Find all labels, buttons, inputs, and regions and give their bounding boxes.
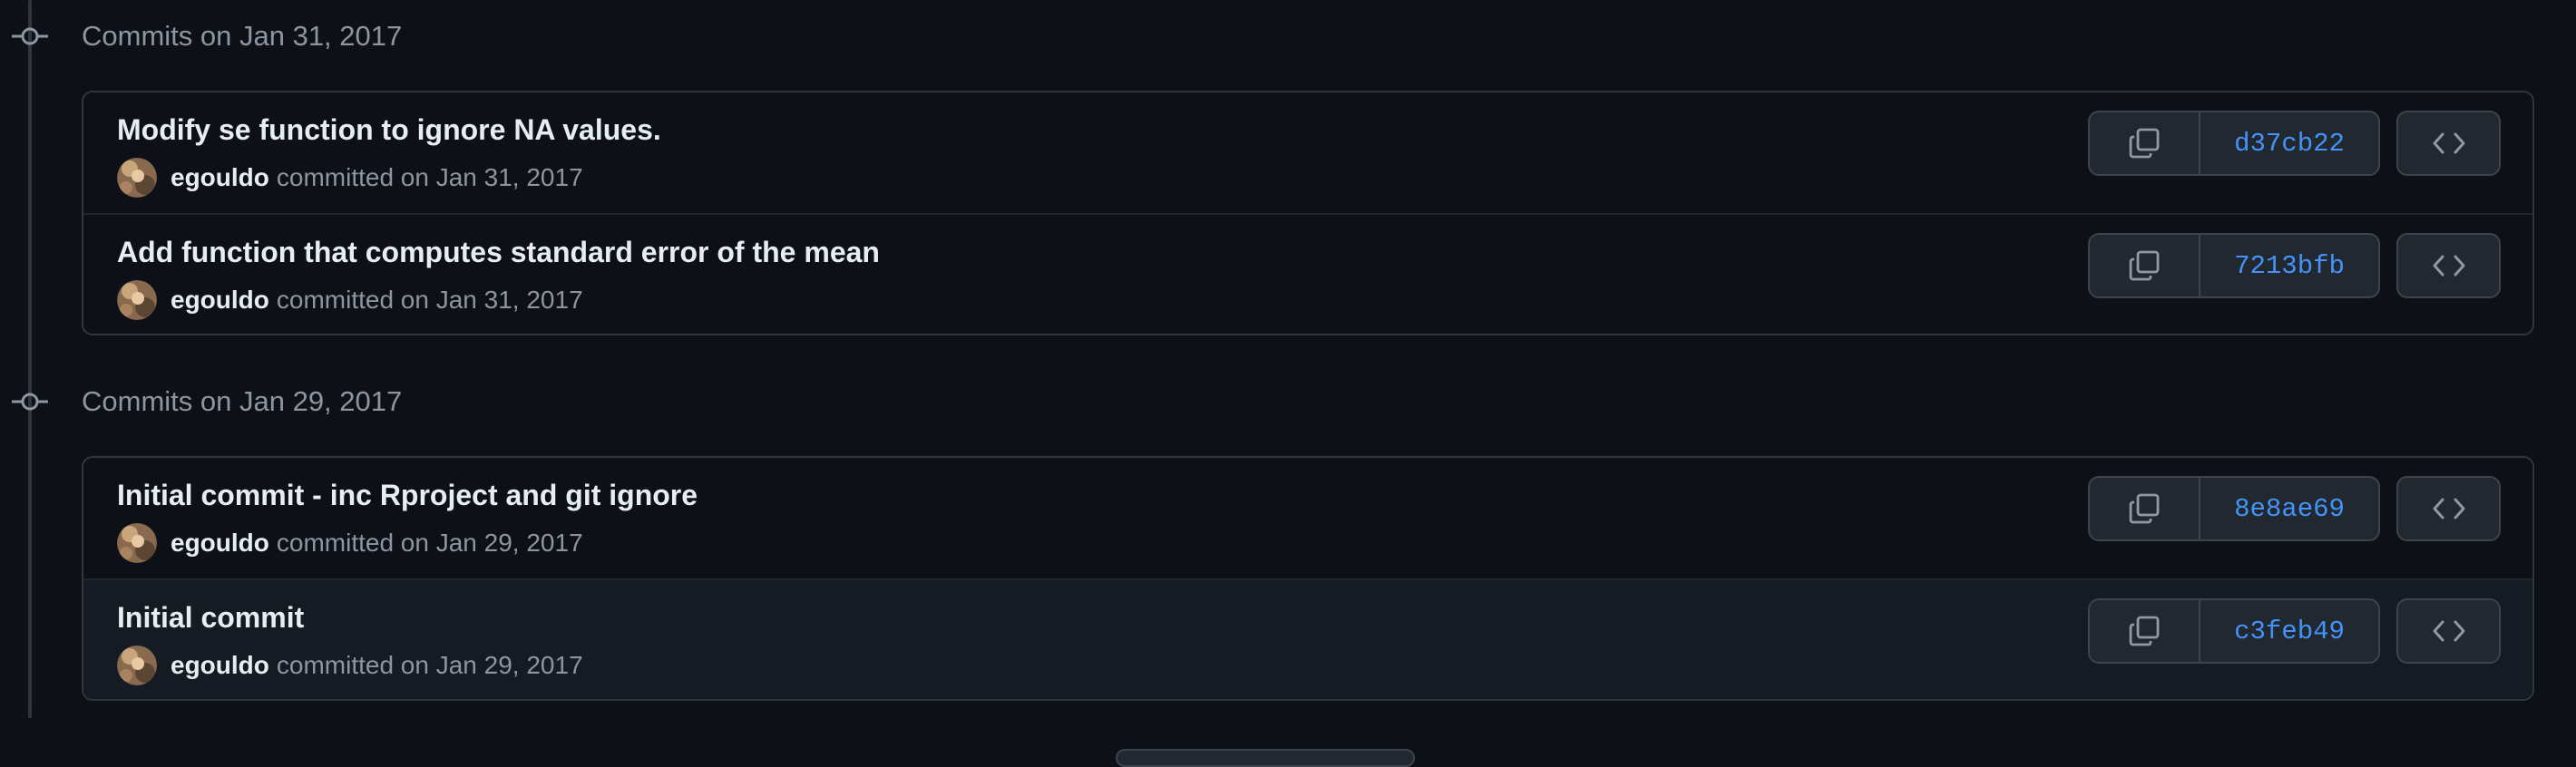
git-commit-icon: [12, 393, 48, 411]
avatar[interactable]: [117, 158, 157, 198]
commit-sha-link[interactable]: d37cb22: [2200, 112, 2378, 174]
commit-sha-link[interactable]: 8e8ae69: [2200, 478, 2378, 539]
commit-date: committed on Jan 31, 2017: [276, 163, 583, 191]
commit-date: committed on Jan 29, 2017: [276, 529, 583, 557]
commit-meta: egouldo committed on Jan 31, 2017: [117, 278, 583, 322]
pagination-button[interactable]: [1116, 749, 1415, 767]
copy-sha-button[interactable]: [2090, 600, 2200, 662]
commit-row: Initial commit - inc Rproject and git ig…: [83, 458, 2532, 578]
commit-author-link[interactable]: egouldo: [171, 529, 269, 558]
copy-icon: [2129, 616, 2160, 646]
copy-icon: [2129, 250, 2160, 281]
commit-group-header: Commits on Jan 31, 2017: [0, 0, 1270, 73]
browse-repo-button[interactable]: [2396, 111, 2501, 176]
copy-icon: [2129, 493, 2160, 524]
browse-repo-button[interactable]: [2396, 233, 2501, 298]
copy-icon: [2129, 128, 2160, 159]
code-icon: [2433, 498, 2464, 519]
commit-sha-button-group: 7213bfb: [2088, 233, 2380, 298]
commit-meta: egouldo committed on Jan 29, 2017: [117, 521, 583, 565]
commit-message-link[interactable]: Initial commit - inc Rproject and git ig…: [117, 476, 698, 514]
browse-repo-button[interactable]: [2396, 476, 2501, 541]
commit-author-link[interactable]: egouldo: [171, 651, 269, 680]
commit-row: Modify se function to ignore NA values. …: [83, 92, 2532, 213]
code-icon: [2433, 620, 2464, 642]
commit-message-link[interactable]: Add function that computes standard erro…: [117, 233, 880, 271]
commit-date: committed on Jan 29, 2017: [276, 651, 583, 679]
commit-sha-link[interactable]: c3feb49: [2200, 600, 2378, 662]
commit-list: Initial commit - inc Rproject and git ig…: [82, 456, 2534, 701]
code-icon: [2433, 132, 2464, 154]
commit-sha-button-group: c3feb49: [2088, 598, 2380, 664]
timeline-line: [28, 0, 32, 718]
code-icon: [2433, 255, 2464, 277]
commit-author-link[interactable]: egouldo: [171, 163, 269, 192]
commit-list: Modify se function to ignore NA values. …: [82, 91, 2534, 335]
commit-sha-button-group: d37cb22: [2088, 111, 2380, 176]
commit-date: committed on Jan 31, 2017: [276, 286, 583, 314]
copy-sha-button[interactable]: [2090, 478, 2200, 539]
commit-row: Initial commit egouldo committed on Jan …: [83, 578, 2532, 699]
commit-row: Add function that computes standard erro…: [83, 213, 2532, 334]
commit-message-link[interactable]: Initial commit: [117, 598, 304, 636]
avatar[interactable]: [117, 646, 157, 685]
commit-message-link[interactable]: Modify se function to ignore NA values.: [117, 111, 661, 149]
commit-author-link[interactable]: egouldo: [171, 286, 269, 315]
git-commit-icon: [12, 27, 48, 45]
commit-sha-button-group: 8e8ae69: [2088, 476, 2380, 541]
commit-meta: egouldo committed on Jan 29, 2017: [117, 644, 583, 687]
commit-meta: egouldo committed on Jan 31, 2017: [117, 156, 583, 199]
avatar[interactable]: [117, 280, 157, 320]
commit-group-title: Commits on Jan 31, 2017: [82, 20, 403, 52]
browse-repo-button[interactable]: [2396, 598, 2501, 664]
commit-group-header: Commits on Jan 29, 2017: [0, 365, 1270, 438]
commit-group-title: Commits on Jan 29, 2017: [82, 385, 403, 417]
commit-sha-link[interactable]: 7213bfb: [2200, 235, 2378, 296]
avatar[interactable]: [117, 523, 157, 563]
copy-sha-button[interactable]: [2090, 235, 2200, 296]
copy-sha-button[interactable]: [2090, 112, 2200, 174]
